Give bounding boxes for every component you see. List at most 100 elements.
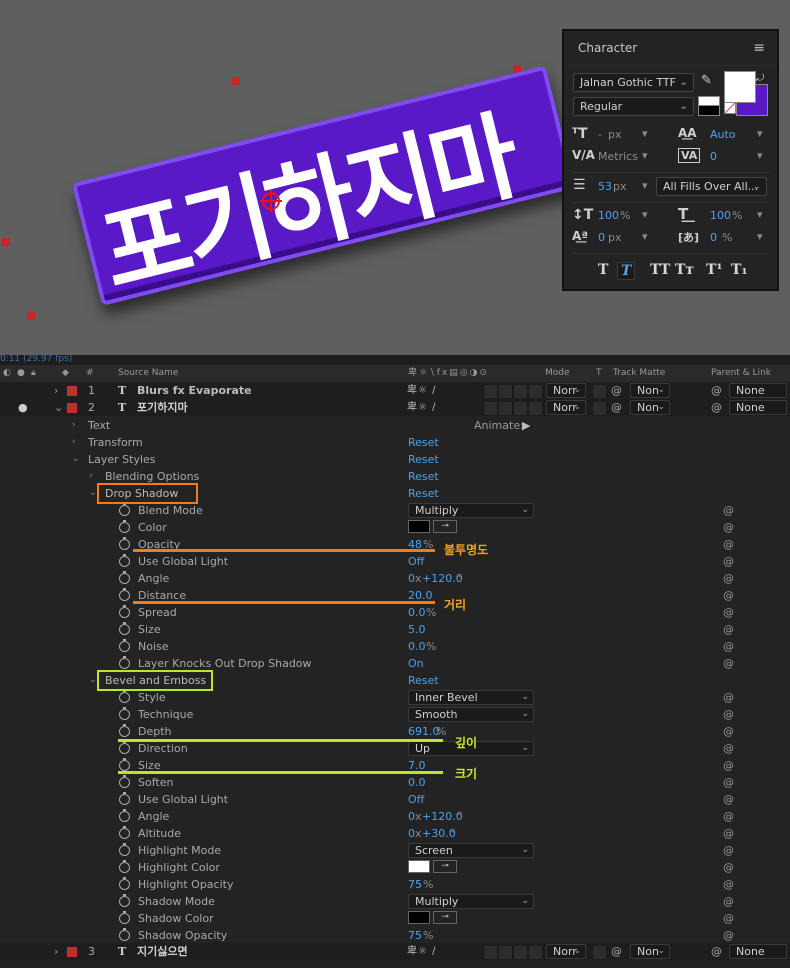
- be-shadow-opacity-row[interactable]: Shadow Opacity 75 % @: [0, 927, 790, 944]
- stopwatch-icon[interactable]: [119, 758, 130, 771]
- layer-name[interactable]: 지기싫으면: [137, 943, 188, 960]
- stopwatch-icon[interactable]: [119, 588, 130, 601]
- font-style-select[interactable]: Regular ⌄: [573, 97, 694, 116]
- text-layer-art[interactable]: 포기하지마: [36, 0, 576, 310]
- expression-pickwhip-icon[interactable]: @: [723, 723, 734, 740]
- be-style-row[interactable]: Style Inner Bevel ⌄ @: [0, 689, 790, 706]
- be-technique-select[interactable]: Smooth ⌄: [408, 707, 534, 722]
- eyedropper-icon[interactable]: ✎: [701, 73, 712, 88]
- switch-box[interactable]: [498, 401, 513, 416]
- blend-mode-select[interactable]: Norr ⌄: [546, 400, 586, 415]
- twirl-open-icon[interactable]: ⌄: [89, 485, 97, 502]
- stopwatch-icon[interactable]: [119, 860, 130, 873]
- switch-box[interactable]: [528, 384, 543, 399]
- expression-pickwhip-icon[interactable]: @: [723, 876, 734, 893]
- parent-pickwhip-icon[interactable]: @: [711, 399, 722, 416]
- be-angle-revolutions[interactable]: 0: [408, 808, 415, 825]
- default-colors-icon[interactable]: [724, 102, 736, 114]
- layer-row[interactable]: ● ⌄ 2 T 포기하지마 卑☼ ∕ Norr ⌄ @ Non ⌄ @ None: [0, 399, 790, 416]
- stopwatch-icon[interactable]: [119, 571, 130, 584]
- stopwatch-icon[interactable]: [119, 622, 130, 635]
- ds-color-swatch[interactable]: [408, 520, 430, 533]
- be-altitude-revolutions[interactable]: 0: [408, 825, 415, 842]
- expression-pickwhip-icon[interactable]: @: [723, 774, 734, 791]
- track-matte-select[interactable]: Non ⌄: [630, 944, 670, 959]
- parent-pickwhip-icon[interactable]: @: [711, 382, 722, 399]
- be-highlight-mode-select[interactable]: Screen ⌄: [408, 843, 534, 858]
- twirl-closed-icon[interactable]: ›: [72, 417, 76, 434]
- twirl-closed-icon[interactable]: ›: [72, 434, 76, 451]
- preserve-transparency-box[interactable]: [592, 384, 607, 399]
- reset-link[interactable]: Reset: [408, 451, 439, 468]
- tsume-value[interactable]: 0: [710, 231, 717, 244]
- reset-link[interactable]: Reset: [408, 485, 439, 502]
- stopwatch-icon[interactable]: [119, 656, 130, 669]
- eyedropper-icon[interactable]: ⊸: [433, 520, 457, 533]
- swap-colors-icon[interactable]: ⤾: [756, 73, 764, 84]
- be-altitude-row[interactable]: Altitude 0 x +30.0 ° @: [0, 825, 790, 842]
- ds-knocks-out-value[interactable]: On: [408, 655, 424, 672]
- ds-global-light-row[interactable]: Use Global Light Off @: [0, 553, 790, 570]
- parent-select[interactable]: None: [729, 944, 787, 959]
- be-depth-row[interactable]: Depth 691.0 % @: [0, 723, 790, 740]
- col-source-name[interactable]: Source Name: [118, 365, 178, 382]
- panel-menu-icon[interactable]: ≡: [753, 40, 765, 56]
- stopwatch-icon[interactable]: [119, 639, 130, 652]
- ds-blend-mode-row[interactable]: Blend Mode Multiply ⌄ @: [0, 502, 790, 519]
- twirl-closed-icon[interactable]: ›: [89, 468, 93, 485]
- stopwatch-icon[interactable]: [119, 894, 130, 907]
- video-toggle-icon[interactable]: ◐: [3, 365, 11, 382]
- layer-name[interactable]: Blurs fx Evaporate: [137, 382, 252, 399]
- leading-value[interactable]: Auto: [710, 128, 736, 141]
- track-matte-select[interactable]: Non ⌄: [630, 400, 670, 415]
- kerning-dropdown-icon[interactable]: ▾: [642, 149, 648, 162]
- layer-switch-icons[interactable]: 卑☼ ∕: [407, 399, 437, 416]
- switch-box[interactable]: [483, 401, 498, 416]
- be-highlight-opacity-value[interactable]: 75: [408, 876, 422, 893]
- label-color-swatch[interactable]: [67, 403, 77, 413]
- ds-size-row[interactable]: Size 5.0 @: [0, 621, 790, 638]
- ds-spread-value[interactable]: 0.0: [408, 604, 426, 621]
- stopwatch-icon[interactable]: [119, 724, 130, 737]
- expression-pickwhip-icon[interactable]: @: [723, 638, 734, 655]
- twirl-open-icon[interactable]: ⌄: [72, 451, 80, 468]
- be-highlight-color-swatch[interactable]: [408, 860, 430, 873]
- be-global-light-row[interactable]: Use Global Light Off @: [0, 791, 790, 808]
- track-matte-select[interactable]: Non ⌄: [630, 383, 670, 398]
- subscript-button[interactable]: T₁: [731, 262, 748, 278]
- label-icon[interactable]: ◆: [62, 365, 69, 382]
- font-size-value[interactable]: -: [598, 128, 602, 141]
- eyedropper-icon[interactable]: ⊸: [433, 860, 457, 873]
- expression-pickwhip-icon[interactable]: @: [723, 757, 734, 774]
- label-color-swatch[interactable]: [67, 386, 77, 396]
- horizontal-scale-value[interactable]: 100: [710, 209, 731, 222]
- fill-color-swatch[interactable]: [724, 71, 756, 103]
- be-angle-row[interactable]: Angle 0 x +120.0 ° @: [0, 808, 790, 825]
- layer-row[interactable]: › 3 T 지기싫으면 卑☼ ∕ Norr ⌄ @ Non ⌄ @ None: [0, 943, 790, 960]
- horizontal-scale-dropdown-icon[interactable]: ▾: [757, 208, 763, 221]
- be-direction-row[interactable]: Direction Up ⌄ @: [0, 740, 790, 757]
- parent-select[interactable]: None: [729, 400, 787, 415]
- all-caps-button[interactable]: TT: [650, 262, 670, 278]
- stroke-width-value[interactable]: 53: [598, 180, 612, 193]
- stopwatch-icon[interactable]: [119, 809, 130, 822]
- stopwatch-icon[interactable]: [119, 843, 130, 856]
- kerning-value[interactable]: Metrics: [598, 150, 638, 163]
- ds-angle-row[interactable]: Angle 0 x +120.0 ° @: [0, 570, 790, 587]
- layer-switch-icons[interactable]: 卑☼ ∕: [407, 943, 437, 960]
- track-matte-pickwhip-icon[interactable]: @: [611, 382, 622, 399]
- property-group-text[interactable]: › Text Animate: ▶: [0, 417, 790, 434]
- stopwatch-icon[interactable]: [119, 537, 130, 550]
- expression-pickwhip-icon[interactable]: @: [723, 519, 734, 536]
- property-group-transform[interactable]: › Transform Reset: [0, 434, 790, 451]
- be-depth-value[interactable]: 691.0: [408, 723, 440, 740]
- stopwatch-icon[interactable]: [119, 928, 130, 941]
- expression-pickwhip-icon[interactable]: @: [723, 859, 734, 876]
- vertical-scale-dropdown-icon[interactable]: ▾: [642, 208, 648, 221]
- eyedropper-icon[interactable]: ⊸: [433, 911, 457, 924]
- expression-pickwhip-icon[interactable]: @: [723, 893, 734, 910]
- parent-select[interactable]: None: [729, 383, 787, 398]
- stopwatch-icon[interactable]: [119, 520, 130, 533]
- stopwatch-icon[interactable]: [119, 877, 130, 890]
- switch-box[interactable]: [498, 384, 513, 399]
